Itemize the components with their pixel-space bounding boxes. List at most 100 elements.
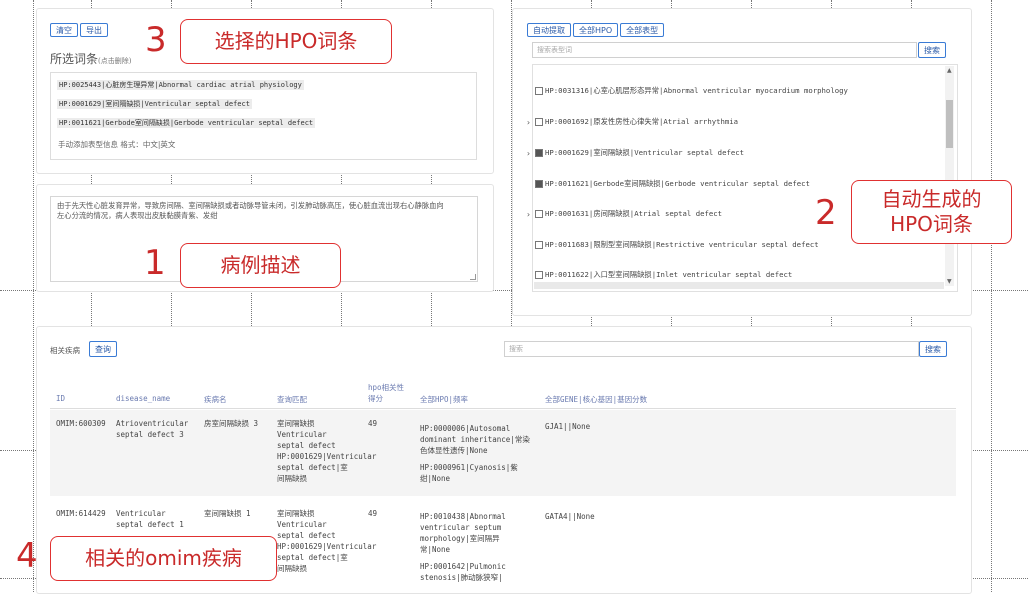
hpo-item[interactable]: HP:0011622|入口型室间隔缺损|Inlet ventricular se… — [526, 270, 792, 280]
cell-line: HP:0000006|Autosomal — [420, 424, 511, 433]
scrollbar-thumb[interactable] — [946, 100, 953, 148]
query-button[interactable]: 查询 — [89, 341, 117, 357]
cell-line: HP:0001629|Ventricular — [277, 542, 377, 551]
cell-line: ventricular septum — [420, 523, 502, 532]
scroll-up-icon[interactable]: ▲ — [947, 67, 952, 74]
cell-line: 室间隔缺损 — [277, 509, 315, 518]
hpo-checkbox-checked[interactable] — [535, 180, 543, 188]
col-header-score-line1: hpo相关性 — [368, 383, 405, 392]
hpo-filter-toolbar: 自动提取 全部HPO 全部表型 — [527, 23, 665, 37]
annotation-case-description: 病例描述 — [180, 243, 341, 288]
hpo-checkbox[interactable] — [535, 271, 543, 279]
cell-line: septal defect|室 — [277, 553, 348, 562]
hpo-item[interactable]: HP:0031316|心室心肌层形态异常|Abnormal ventricula… — [526, 86, 848, 96]
selected-terms-title-text: 所选词条 — [50, 52, 99, 66]
hpo-item-label: HP:0001631|房间隔缺损|Atrial septal defect — [545, 209, 723, 218]
hpo-item[interactable]: › HP:0001631|房间隔缺损|Atrial septal defect — [526, 209, 722, 219]
annotation-number: 2 — [815, 193, 837, 233]
cell-line: HP:0010438|Abnormal — [420, 512, 506, 521]
disease-search-button[interactable]: 搜索 — [919, 341, 947, 357]
cell-line: 室间隔缺损 — [277, 419, 315, 428]
selected-term[interactable]: HP:0011621|Gerbode室间隔缺损|Gerbode ventricu… — [57, 118, 316, 128]
table-header-divider — [50, 408, 956, 409]
cell-all-hpo: HP:0000006|Autosomal dominant inheritanc… — [420, 423, 530, 484]
cell-line: 绀|None — [420, 474, 451, 483]
selected-terms-toolbar: 清空 导出 — [50, 23, 108, 37]
scroll-down-icon[interactable]: ▼ — [947, 278, 952, 285]
annotation-label-line1: 自动生成的 — [881, 187, 982, 211]
cell-line: septal defect|室 — [277, 463, 348, 472]
hpo-list-hscrollbar[interactable] — [534, 282, 944, 289]
cell-line: Ventricular — [277, 520, 327, 529]
guide-line — [33, 0, 34, 592]
hpo-item[interactable]: › HP:0001692|原发性房性心律失常|Atrial arrhythmia — [526, 117, 738, 127]
resize-handle-icon[interactable] — [470, 274, 476, 280]
annotation-omim-diseases: 相关的omim疾病 — [50, 536, 277, 581]
hpo-search-input[interactable]: 搜索表型词 — [532, 42, 917, 58]
selected-terms-title: 所选词条(点击删除) — [50, 50, 131, 67]
cell-line: 间隔缺损 — [277, 564, 307, 573]
cell-all-hpo: HP:0010438|Abnormal ventricular septum m… — [420, 511, 506, 583]
cell-line: HP:0000961|Cyanosis|紫 — [420, 463, 518, 472]
cell-match: 室间隔缺损 Ventricular septal defect HP:00016… — [277, 418, 376, 484]
col-header-score[interactable]: hpo相关性 得分 — [368, 382, 404, 404]
cell-line: 间隔缺损 — [277, 474, 307, 483]
chevron-right-icon[interactable]: › — [526, 210, 535, 219]
annotation-auto-hpo: 自动生成的 HPO词条 — [851, 180, 1012, 244]
annotation-number: 4 — [16, 536, 38, 576]
hpo-checkbox[interactable] — [535, 241, 543, 249]
cell-line: Atrioventricular — [116, 419, 189, 428]
hpo-item[interactable]: › HP:0001629|室间隔缺损|Ventricular septal de… — [526, 148, 744, 158]
cell-gene: GATA4||None — [545, 512, 595, 521]
col-header-score-line2: 得分 — [368, 394, 383, 403]
disease-search-input[interactable]: 搜索 — [504, 341, 919, 357]
cell-match: 室间隔缺损 Ventricular septal defect HP:00016… — [277, 508, 376, 574]
hpo-checkbox[interactable] — [535, 87, 543, 95]
selected-term[interactable]: HP:0001629|室间隔缺损|Ventricular septal defe… — [57, 99, 252, 109]
all-phenotype-button[interactable]: 全部表型 — [620, 23, 665, 37]
col-header-cn-name[interactable]: 疾病名 — [204, 394, 227, 405]
related-diseases-label: 相关疾病 — [50, 346, 80, 355]
annotation-number: 1 — [144, 243, 166, 283]
cell-disease-name: Atrioventricular septal defect 3 — [116, 418, 188, 440]
hpo-checkbox-checked[interactable] — [535, 149, 543, 157]
manual-add-input[interactable]: 手动添加表型信息 格式：中文|英文 — [58, 139, 175, 150]
guide-line — [991, 0, 992, 592]
hpo-checkbox[interactable] — [535, 118, 543, 126]
annotation-label-line2: HPO词条 — [890, 212, 973, 236]
cell-line: Ventricular — [277, 430, 327, 439]
hpo-item-label: HP:0001692|原发性房性心律失常|Atrial arrhythmia — [545, 117, 739, 126]
cell-cn-name: 室间隔缺损 1 — [204, 509, 251, 518]
hpo-checkbox[interactable] — [535, 210, 543, 218]
selected-term[interactable]: HP:0025443|心脏房生理异常|Abnormal cardiac atri… — [57, 80, 304, 90]
hpo-item[interactable]: HP:0011683|限制型室间隔缺损|Restrictive ventricu… — [526, 240, 819, 250]
cell-line: stenosis|肺动脉狭窄| — [420, 573, 503, 582]
hpo-list-scrollbar[interactable]: ▲ ▼ — [945, 66, 954, 286]
hpo-item[interactable]: HP:0011621|Gerbode室间隔缺损|Gerbode ventricu… — [526, 179, 810, 189]
clear-button[interactable]: 清空 — [50, 23, 78, 37]
hpo-search-button[interactable]: 搜索 — [918, 42, 946, 58]
annotation-label: 病例描述 — [220, 253, 301, 277]
col-header-match[interactable]: 查询匹配 — [277, 394, 307, 405]
chevron-right-icon[interactable]: › — [526, 149, 535, 158]
col-header-disease-name[interactable]: disease_name — [116, 394, 170, 403]
case-description-text: 由于先天性心脏发育异常，导致房间隔、室间隔缺损或者动脉导管未闭，引发肺动脉高压，… — [57, 201, 444, 220]
cell-line: septal defect 3 — [116, 430, 184, 439]
cell-id: OMIM:614429 — [56, 509, 106, 518]
all-hpo-button[interactable]: 全部HPO — [573, 23, 619, 37]
auto-extract-button[interactable]: 自动提取 — [527, 23, 571, 37]
annotation-label: 相关的omim疾病 — [85, 546, 242, 570]
selected-term-text: HP:0025443|心脏房生理异常|Abnormal cardiac atri… — [57, 80, 304, 90]
hpo-item-label: HP:0011683|限制型室间隔缺损|Restrictive ventricu… — [545, 240, 819, 249]
col-header-all-hpo[interactable]: 全部HPO|频率 — [420, 394, 468, 405]
cell-line: dominant inheritance|常染 — [420, 435, 530, 444]
col-header-all-gene[interactable]: 全部GENE|核心基因|基因分数 — [545, 394, 647, 405]
cell-line: HP:0001629|Ventricular — [277, 452, 377, 461]
cell-score: 49 — [368, 509, 378, 518]
chevron-right-icon[interactable]: › — [526, 118, 535, 127]
annotation-number: 3 — [145, 20, 167, 60]
export-button[interactable]: 导出 — [80, 23, 108, 37]
cell-line: HP:0001642|Pulmonic — [420, 562, 506, 571]
hpo-item-label: HP:0031316|心室心肌层形态异常|Abnormal ventricula… — [545, 86, 848, 95]
cell-line: morphology|室间隔异 — [420, 534, 500, 543]
